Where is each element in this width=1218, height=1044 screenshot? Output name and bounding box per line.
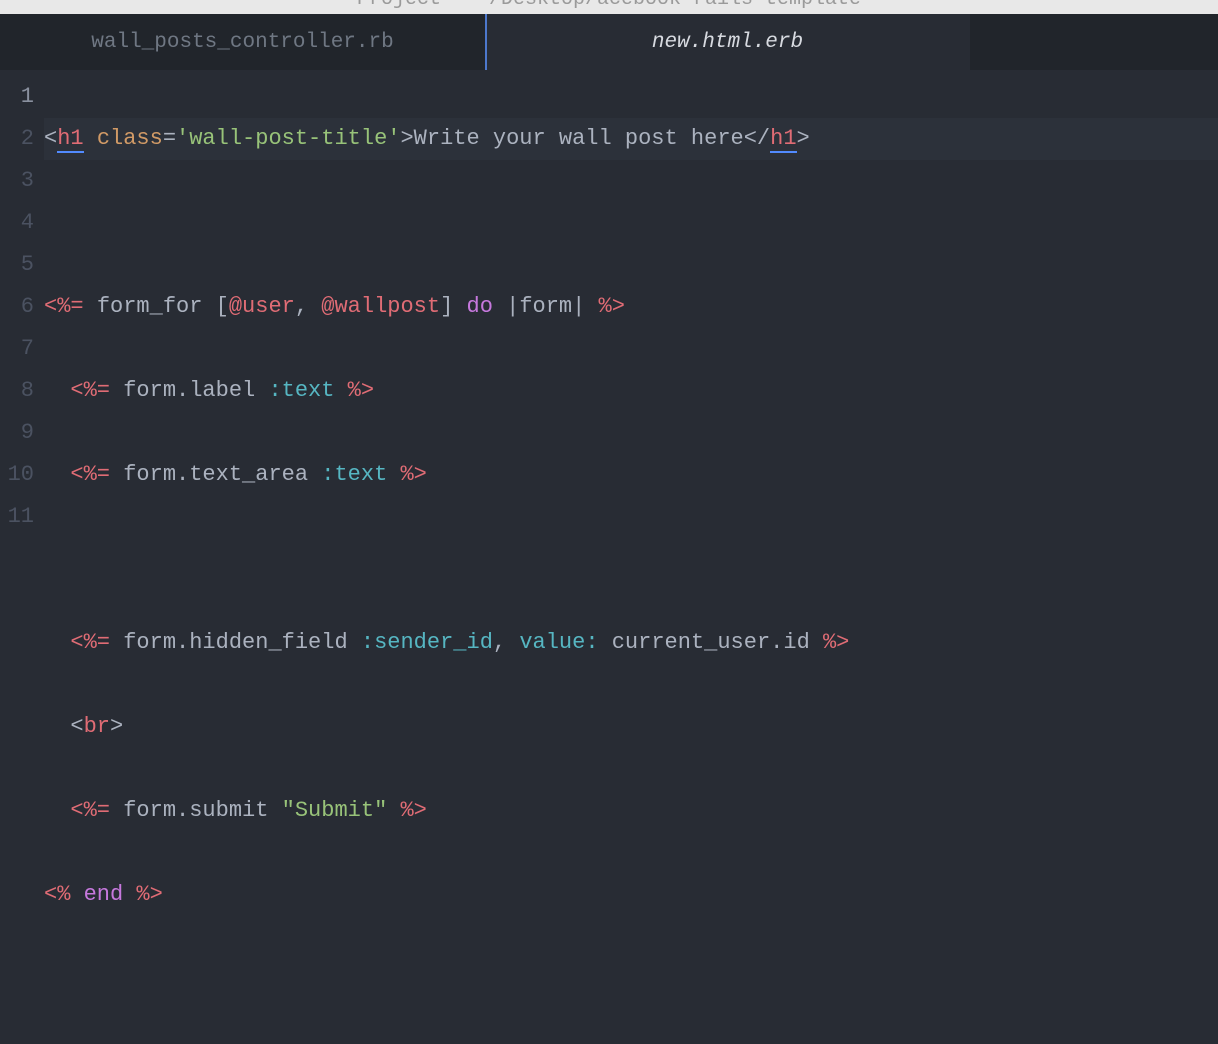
code-line[interactable]: <%= form.submit "Submit" %> xyxy=(44,790,1218,832)
code-line[interactable] xyxy=(44,538,1218,580)
line-number: 1 xyxy=(0,76,34,118)
code-line[interactable]: <% end %> xyxy=(44,874,1218,916)
window-titlebar: Project — ~/Desktop/acebook-rails-templa… xyxy=(0,0,1218,14)
line-number: 8 xyxy=(0,370,34,412)
tab-label: new.html.erb xyxy=(652,31,803,54)
line-number: 2 xyxy=(0,118,34,160)
tab-new-html-erb[interactable]: new.html.erb xyxy=(485,14,970,70)
code-line[interactable]: <%= form.hidden_field :sender_id, value:… xyxy=(44,622,1218,664)
tab-wall-posts-controller[interactable]: wall_posts_controller.rb xyxy=(0,14,485,70)
line-number: 4 xyxy=(0,202,34,244)
line-number: 3 xyxy=(0,160,34,202)
tab-label: wall_posts_controller.rb xyxy=(91,31,393,54)
tab-bar: wall_posts_controller.rb new.html.erb xyxy=(0,14,1218,70)
line-number: 10 xyxy=(0,454,34,496)
code-line[interactable]: <h1 class='wall-post-title'>Write your w… xyxy=(44,118,1218,160)
code-line[interactable]: <%= form_for [@user, @wallpost] do |form… xyxy=(44,286,1218,328)
tab-bar-empty xyxy=(970,14,1218,70)
code-line[interactable] xyxy=(44,202,1218,244)
code-line[interactable]: <br> xyxy=(44,706,1218,748)
code-line[interactable] xyxy=(44,958,1218,1000)
code-editor[interactable]: 1 2 3 4 5 6 7 8 9 10 11 <h1 class='wall-… xyxy=(0,70,1218,522)
code-line[interactable]: <%= form.label :text %> xyxy=(44,370,1218,412)
line-number: 11 xyxy=(0,496,34,538)
window-title-text: Project — ~/Desktop/acebook-rails-templa… xyxy=(357,0,861,11)
code-area[interactable]: <h1 class='wall-post-title'>Write your w… xyxy=(44,70,1218,522)
line-number: 9 xyxy=(0,412,34,454)
code-line[interactable]: <%= form.text_area :text %> xyxy=(44,454,1218,496)
line-number: 7 xyxy=(0,328,34,370)
active-tab-indicator xyxy=(485,14,487,70)
line-number-gutter: 1 2 3 4 5 6 7 8 9 10 11 xyxy=(0,70,44,522)
line-number: 6 xyxy=(0,286,34,328)
line-number: 5 xyxy=(0,244,34,286)
